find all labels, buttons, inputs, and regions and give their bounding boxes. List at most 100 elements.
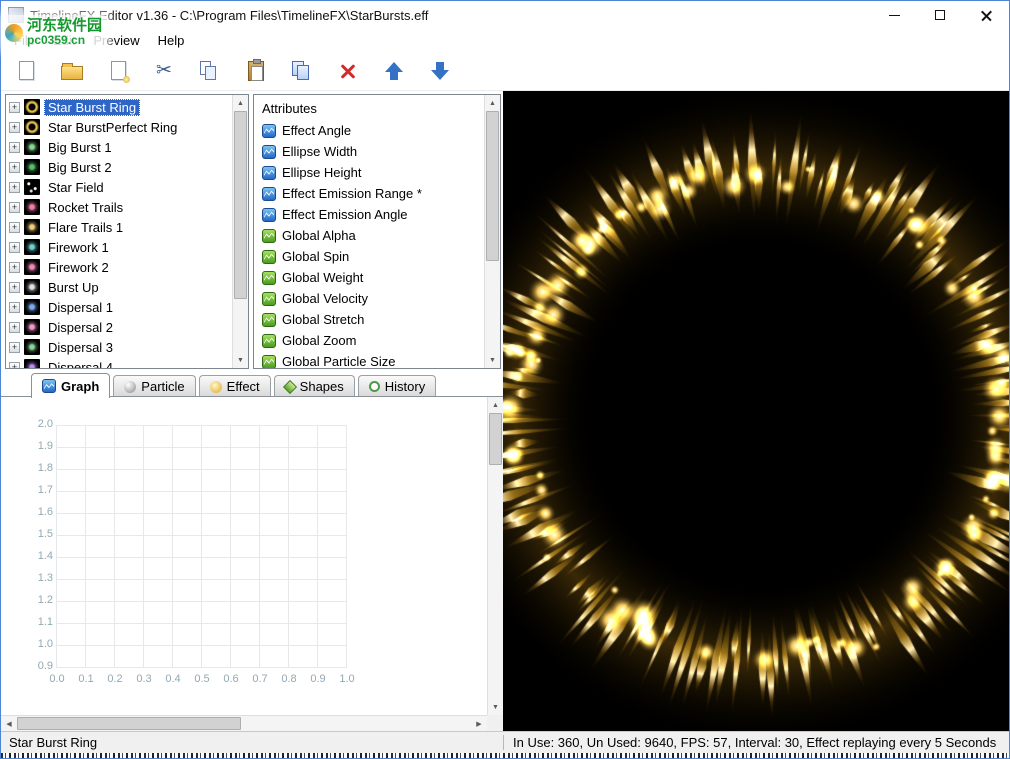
- expand-icon[interactable]: [9, 222, 20, 233]
- attribute-label: Ellipse Height: [282, 165, 362, 180]
- attribute-item[interactable]: Ellipse Height: [254, 162, 500, 183]
- tree-item-label: Dispersal 3: [44, 339, 117, 356]
- expand-icon[interactable]: [9, 242, 20, 253]
- clone-button[interactable]: [289, 57, 315, 85]
- copy-button[interactable]: [197, 57, 223, 85]
- y-axis-tick: 1.6: [27, 506, 53, 518]
- tree-item[interactable]: Dispersal 4: [6, 357, 234, 369]
- menu-help[interactable]: Help: [149, 31, 194, 50]
- close-button[interactable]: [963, 1, 1009, 29]
- attribute-item[interactable]: Ellipse Width: [254, 141, 500, 162]
- y-axis-tick: 1.8: [27, 462, 53, 474]
- scroll-up-arrow[interactable]: ▲: [485, 95, 500, 111]
- tree-item-label: Burst Up: [44, 279, 103, 296]
- attribute-item[interactable]: Global Zoom: [254, 330, 500, 351]
- tree-scrollbar[interactable]: ▲ ▼: [232, 95, 248, 368]
- scroll-left-arrow[interactable]: ◀: [1, 716, 17, 731]
- tab-label: Graph: [61, 379, 99, 394]
- attribute-item[interactable]: Effect Emission Range *: [254, 183, 500, 204]
- scrollbar-thumb[interactable]: [17, 717, 241, 730]
- attribute-item[interactable]: Global Velocity: [254, 288, 500, 309]
- scroll-down-arrow[interactable]: ▼: [488, 699, 503, 715]
- move-up-button[interactable]: [381, 57, 407, 85]
- tree-item[interactable]: Star BurstPerfect Ring: [6, 117, 234, 137]
- tree-item-label: Big Burst 2: [44, 159, 116, 176]
- tree-item[interactable]: Firework 1: [6, 237, 234, 257]
- tree-item[interactable]: Big Burst 1: [6, 137, 234, 157]
- tab-history[interactable]: History: [358, 375, 436, 397]
- paste-button[interactable]: [243, 57, 269, 85]
- attribute-item[interactable]: Global Alpha: [254, 225, 500, 246]
- tree-item[interactable]: Dispersal 1: [6, 297, 234, 317]
- expand-icon[interactable]: [9, 302, 20, 313]
- attribute-item[interactable]: Global Spin: [254, 246, 500, 267]
- attribute-item[interactable]: Effect Emission Angle: [254, 204, 500, 225]
- attribute-label: Global Stretch: [282, 312, 364, 327]
- scrollbar-corner: [487, 715, 503, 731]
- attribute-item[interactable]: Global Stretch: [254, 309, 500, 330]
- green-graph-icon: [262, 313, 276, 327]
- tree-item[interactable]: Firework 2: [6, 257, 234, 277]
- attributes-scrollbar[interactable]: ▲ ▼: [484, 95, 500, 368]
- tab-effect[interactable]: Effect: [199, 375, 271, 397]
- tree-item[interactable]: Flare Trails 1: [6, 217, 234, 237]
- attribute-label: Ellipse Width: [282, 144, 357, 159]
- app-window: TimelineFX Editor v1.36 - C:\Program Fil…: [0, 0, 1010, 759]
- tree-item[interactable]: Burst Up: [6, 277, 234, 297]
- cut-button[interactable]: ✂: [151, 57, 177, 85]
- expand-icon[interactable]: [9, 142, 20, 153]
- expand-icon[interactable]: [9, 182, 20, 193]
- new-library-button[interactable]: [13, 57, 39, 85]
- effect-preview-canvas[interactable]: [503, 91, 1009, 731]
- open-library-button[interactable]: [59, 57, 85, 85]
- tab-particle[interactable]: Particle: [113, 375, 195, 397]
- maximize-icon: [935, 10, 945, 20]
- attribute-item[interactable]: Global Weight: [254, 267, 500, 288]
- tree-item[interactable]: Big Burst 2: [6, 157, 234, 177]
- menubar: File Edit Preview Help: [1, 29, 1009, 51]
- tree-item-label: Big Burst 1: [44, 139, 116, 156]
- tab-graph[interactable]: Graph: [31, 373, 110, 398]
- tree-item-label: Firework 1: [44, 239, 113, 256]
- scrollbar-thumb[interactable]: [486, 111, 499, 261]
- effect-thumbnail-icon: [24, 199, 40, 215]
- scroll-down-arrow[interactable]: ▼: [233, 352, 248, 368]
- expand-icon[interactable]: [9, 262, 20, 273]
- expand-icon[interactable]: [9, 202, 20, 213]
- effect-thumbnail-icon: [24, 339, 40, 355]
- expand-icon[interactable]: [9, 122, 20, 133]
- tree-item[interactable]: Star Burst Ring: [6, 97, 234, 117]
- maximize-button[interactable]: [917, 1, 963, 29]
- expand-icon[interactable]: [9, 282, 20, 293]
- panels-row: Star Burst Ring Star BurstPerfect Ring B…: [1, 91, 503, 371]
- save-library-button[interactable]: [105, 57, 131, 85]
- minimize-button[interactable]: [871, 1, 917, 29]
- expand-icon[interactable]: [9, 102, 20, 113]
- tree-item[interactable]: Dispersal 3: [6, 337, 234, 357]
- graph-scrollbar-vertical[interactable]: ▲ ▼: [487, 397, 503, 715]
- scroll-down-arrow[interactable]: ▼: [485, 352, 500, 368]
- tree-item[interactable]: Dispersal 2: [6, 317, 234, 337]
- green-graph-icon: [262, 355, 276, 369]
- expand-icon[interactable]: [9, 322, 20, 333]
- scrollbar-thumb[interactable]: [234, 111, 247, 299]
- graph-plot-area[interactable]: [56, 425, 347, 668]
- blue-graph-icon: [262, 166, 276, 180]
- scroll-up-arrow[interactable]: ▲: [488, 397, 503, 413]
- scroll-up-arrow[interactable]: ▲: [233, 95, 248, 111]
- expand-icon[interactable]: [9, 362, 20, 370]
- window-controls: [871, 1, 1009, 29]
- scrollbar-thumb[interactable]: [489, 413, 502, 465]
- graph-scrollbar-horizontal[interactable]: ◀ ▶: [1, 715, 487, 731]
- tree-item[interactable]: Star Field: [6, 177, 234, 197]
- delete-button[interactable]: [335, 57, 361, 85]
- expand-icon[interactable]: [9, 162, 20, 173]
- tree-item[interactable]: Rocket Trails: [6, 197, 234, 217]
- scroll-right-arrow[interactable]: ▶: [471, 716, 487, 731]
- attribute-item[interactable]: Effect Angle: [254, 120, 500, 141]
- expand-icon[interactable]: [9, 342, 20, 353]
- tab-shapes[interactable]: Shapes: [274, 375, 355, 397]
- attribute-item[interactable]: Global Particle Size: [254, 351, 500, 369]
- effect-preview-panel[interactable]: [503, 91, 1009, 731]
- move-down-button[interactable]: [427, 57, 453, 85]
